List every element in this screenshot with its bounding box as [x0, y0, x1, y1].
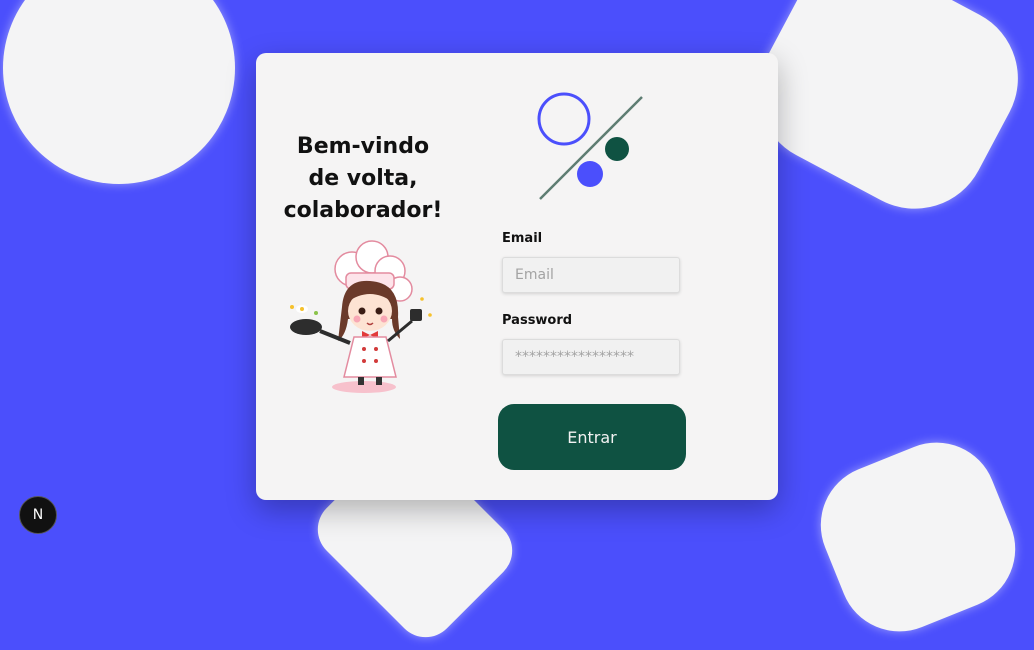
welcome-line-1: Bem-vindo: [296, 134, 430, 159]
chef-illustration: [290, 240, 432, 393]
email-label: Email: [502, 231, 543, 246]
welcome-line-2: de volta,: [308, 166, 418, 191]
percent-logo-icon: [537, 92, 643, 200]
password-input[interactable]: [502, 339, 680, 375]
decor-rounded-shape: [802, 424, 1034, 650]
login-card: Bem-vindo de volta, colaborador! Email E…: [256, 53, 778, 500]
welcome-heading: Bem-vindo de volta, colaborador!: [276, 131, 450, 227]
email-input[interactable]: [502, 257, 680, 293]
decor-circle: [3, 0, 235, 184]
dev-badge-icon[interactable]: N: [19, 496, 57, 534]
welcome-line-3: colaborador!: [283, 198, 443, 223]
password-label: Password: [502, 313, 573, 328]
login-button[interactable]: Entrar: [498, 404, 686, 470]
